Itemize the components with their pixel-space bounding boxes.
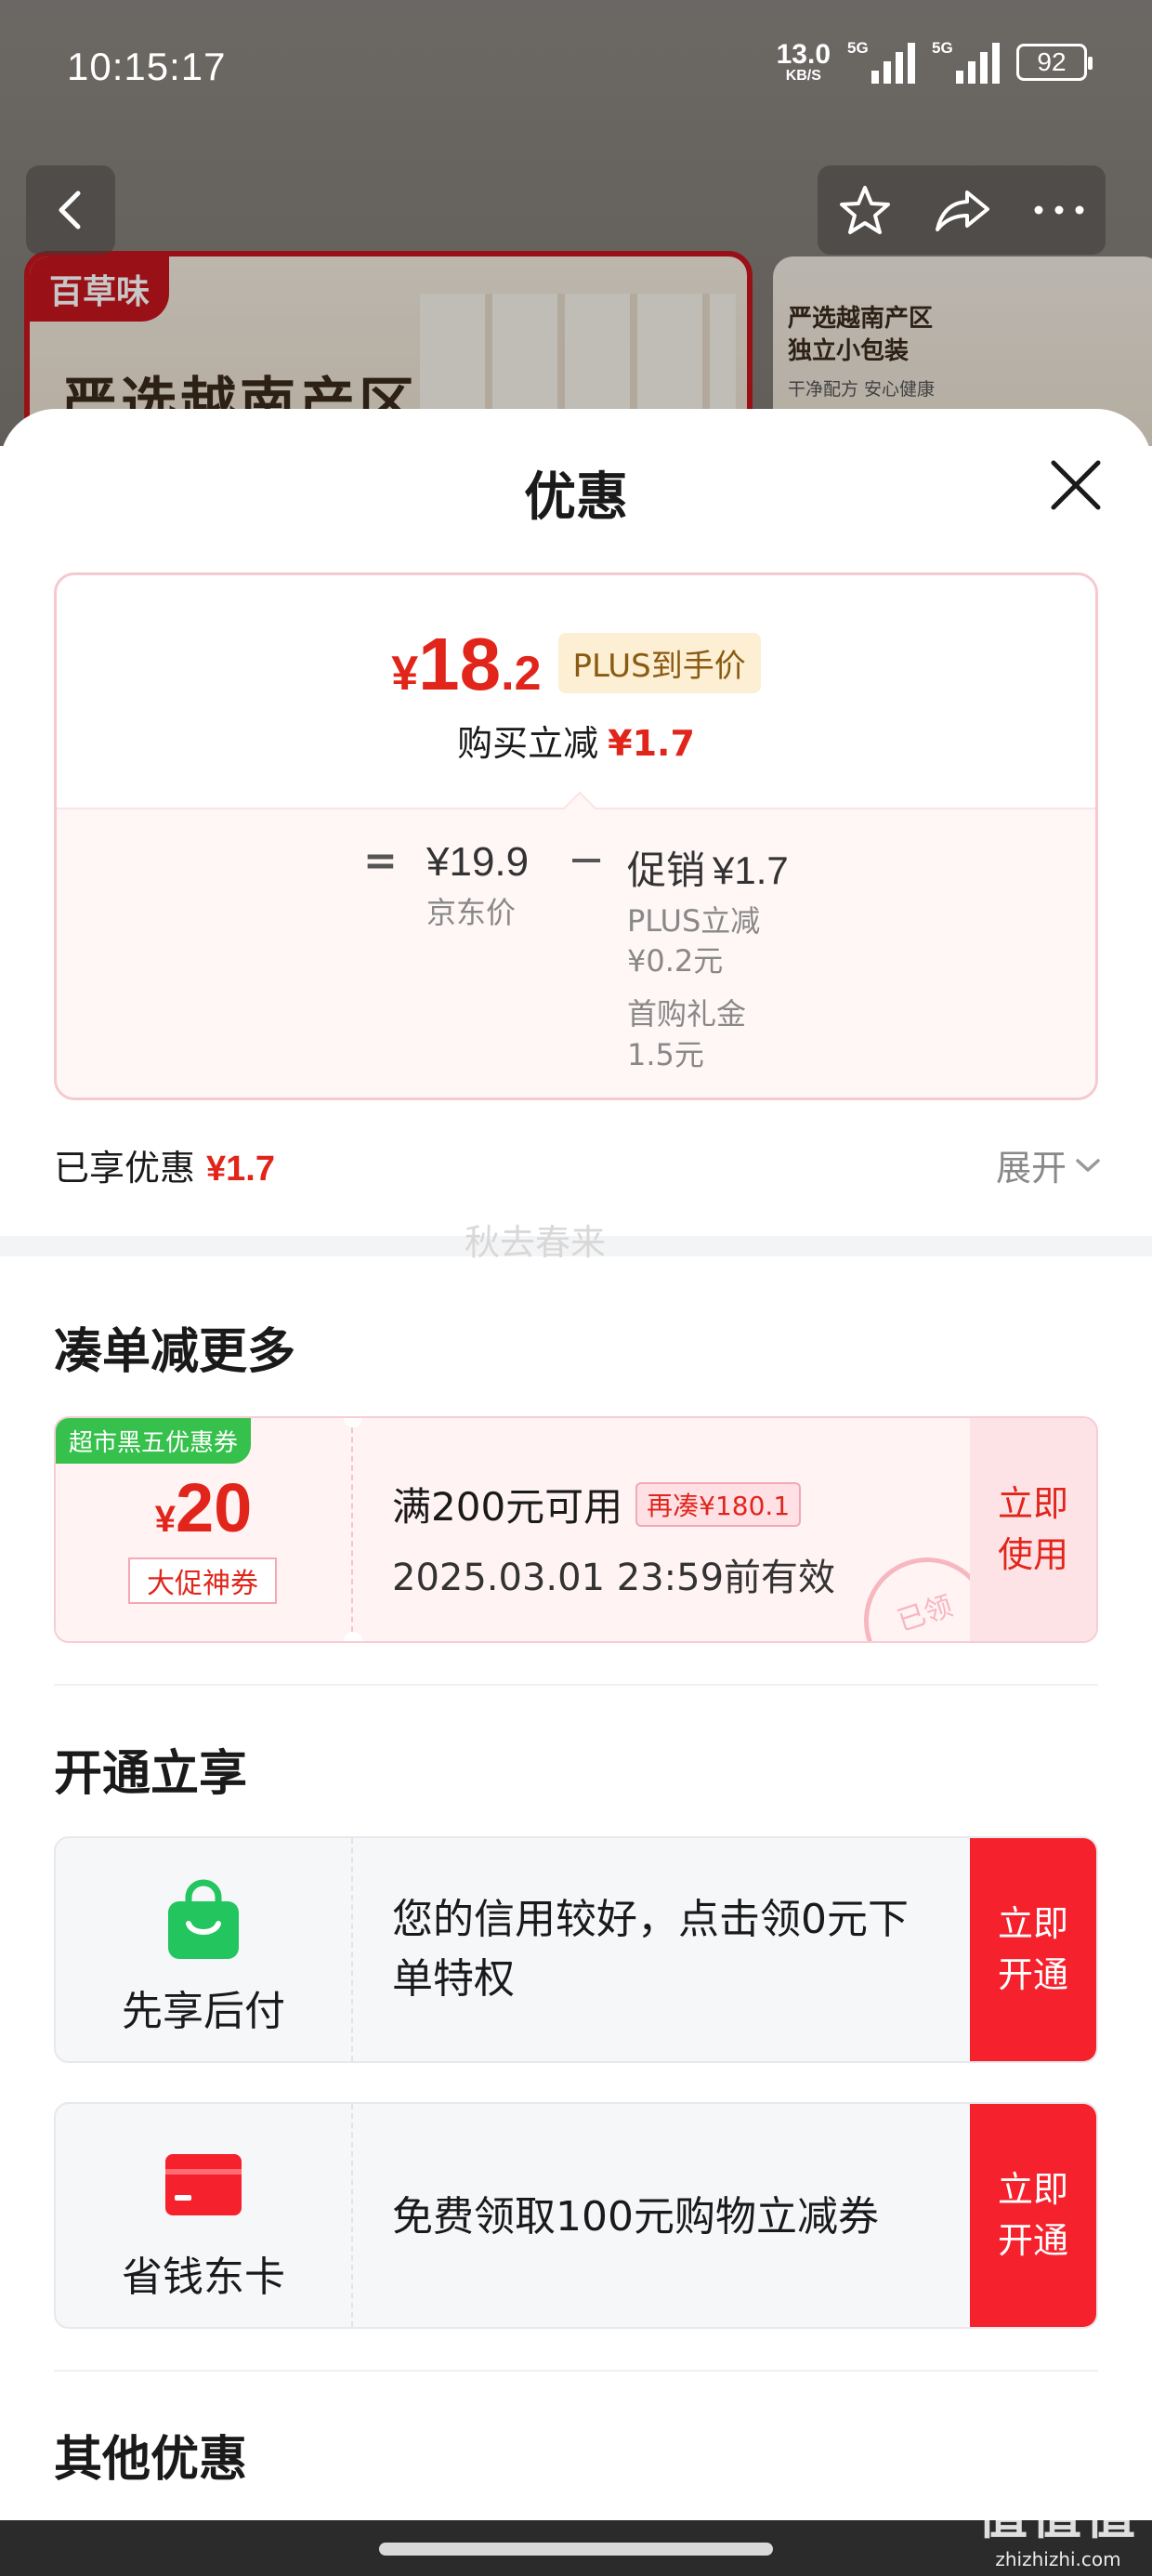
network-speed: 13.0 KB/S [777, 41, 831, 84]
base-price-label: 京东价 [426, 895, 517, 930]
enjoyed-label: 已享优惠 [54, 1148, 196, 1189]
status-indicators: 13.0 KB/S 5G 5G 92 [777, 39, 1093, 84]
coupon-add-more-badge: 再凑¥180.1 [635, 1481, 802, 1527]
battery-icon: 92 [1016, 44, 1093, 81]
back-button[interactable] [26, 165, 115, 255]
coupon-currency: ¥ [154, 1499, 176, 1540]
pay-later-card[interactable]: 先享后付 您的信用较好，点击领0元下单特权 立即 开通 [54, 1836, 1098, 2063]
final-price-integer: 18 [418, 623, 502, 705]
network-speed-unit: KB/S [785, 68, 821, 84]
coupon-kind-badge: 大促神券 [128, 1557, 277, 1604]
promotion-block: 促销 ¥1.7 PLUS立减 ¥0.2元 首购礼金 1.5元 [627, 839, 789, 1075]
enjoyed-amount: ¥1.7 [206, 1150, 275, 1189]
base-price: ¥19.9 [426, 839, 530, 885]
promotion-amount: ¥1.7 [713, 848, 789, 892]
final-price-decimal: .2 [501, 647, 542, 701]
pay-later-name: 先享后付 [122, 1988, 285, 2035]
divider [54, 1684, 1098, 1686]
section-title-other: 其他优惠 [54, 2432, 248, 2488]
chevron-down-icon [1076, 1158, 1100, 1172]
signal-icon: 5G [932, 39, 1000, 84]
discount-sheet: 优惠 ¥18.2 PLUS到手价 购买立减 ¥1.7 = ¥19.9 京东价 −… [0, 409, 1152, 2576]
user-watermark: 秋去春来 [465, 1222, 607, 1263]
share-icon [935, 191, 989, 231]
reduction-label: 购买立减 [457, 723, 599, 764]
coupon-tag: 超市黑五优惠券 [56, 1418, 252, 1464]
expand-label: 展开 [995, 1148, 1067, 1189]
section-title-more: 凑单减更多 [54, 1324, 296, 1380]
promotion-detail-gift: 首购礼金 1.5元 [627, 996, 747, 1072]
section-title-open: 开通立享 [54, 1746, 248, 1802]
more-icon [1034, 205, 1084, 215]
coupon-value: ¥20 [56, 1468, 351, 1547]
navigation-bar: 值值值 zhizhizhi.com [0, 2487, 1152, 2576]
plus-price-badge: PLUS到手价 [557, 633, 761, 693]
chevron-left-icon [59, 191, 81, 230]
minus-sign: − [568, 834, 606, 886]
shopping-bag-icon [56, 1879, 351, 1961]
status-bar: 10:15:17 13.0 KB/S 5G 5G 92 [0, 0, 1152, 139]
expand-button[interactable]: 展开 [996, 1139, 1102, 1190]
signal-type: 5G [847, 39, 869, 57]
site-watermark: 值值值 zhizhizhi.com [977, 2475, 1139, 2570]
close-icon [1051, 460, 1101, 510]
final-price-row: ¥18.2 PLUS到手价 [57, 622, 1095, 707]
final-price-section: ¥18.2 PLUS到手价 购买立减 ¥1.7 [57, 575, 1095, 808]
close-button[interactable] [1048, 457, 1104, 513]
purchase-reduction: 购买立减 ¥1.7 [57, 715, 1095, 766]
savings-card-brand: 省钱东卡 [56, 2104, 353, 2327]
savings-card-description: 免费领取100元购物立减券 [392, 2193, 879, 2241]
savings-card-open-button[interactable]: 立即 开通 [970, 2104, 1096, 2327]
divider [54, 2370, 1098, 2372]
savings-card-name: 省钱东卡 [122, 2254, 285, 2301]
promotion-label: 促销 [627, 848, 706, 893]
base-price-block: ¥19.9 京东价 [426, 839, 529, 932]
price-calculation: = ¥19.9 京东价 − 促销 ¥1.7 PLUS立减 ¥0.2元 首购礼金 1… [57, 808, 1095, 1097]
coupon-value-panel: 超市黑五优惠券 ¥20 大促神券 [56, 1418, 353, 1641]
promotion-header: 促销 ¥1.7 [627, 839, 789, 896]
price-breakdown-card: ¥18.2 PLUS到手价 购买立减 ¥1.7 = ¥19.9 京东价 − 促销 ¥… [54, 572, 1098, 1100]
reduction-amount: ¥1.7 [608, 723, 695, 764]
pay-later-open-button[interactable]: 立即 开通 [970, 1838, 1096, 2061]
more-button[interactable] [1033, 204, 1085, 216]
coupon-validity: 2025.03.01 23:59前有效 [392, 1557, 836, 1599]
signal-icon: 5G [847, 39, 915, 84]
home-indicator[interactable] [379, 2543, 773, 2556]
status-time: 10:15:17 [67, 45, 227, 88]
coupon-condition-row: 满200元可用 再凑¥180.1 [392, 1476, 835, 1532]
coupon-card[interactable]: 超市黑五优惠券 ¥20 大促神券 满200元可用 再凑¥180.1 2025.0… [54, 1416, 1098, 1643]
promotion-detail-plus: PLUS立减 ¥0.2元 [627, 903, 761, 979]
card-icon [56, 2152, 351, 2217]
header-actions [818, 165, 1106, 255]
sheet-title: 优惠 [524, 467, 628, 528]
coupon-condition: 满200元可用 [392, 1484, 623, 1530]
pay-later-brand: 先享后付 [56, 1838, 353, 2061]
equals-sign: = [363, 837, 398, 885]
site-watermark-url: zhizhizhi.com [995, 2548, 1121, 2570]
enjoyed-discount: 已享优惠 ¥1.7 [54, 1139, 275, 1190]
share-button[interactable] [934, 187, 991, 233]
star-icon [840, 186, 891, 234]
pay-later-description: 您的信用较好，点击领0元下单特权 [392, 1896, 909, 2003]
site-watermark-logo: 值值值 [977, 2487, 1139, 2545]
final-price-currency: ¥ [391, 647, 419, 701]
coupon-amount: 20 [175, 1469, 253, 1546]
savings-card-card[interactable]: 省钱东卡 免费领取100元购物立减券 立即 开通 [54, 2102, 1098, 2329]
product-page-background: 百草味 严选越南产区 严选越南产区 独立小包装 干净配方 安心健康 10:15:… [0, 0, 1152, 446]
use-coupon-button[interactable]: 立即 使用 [970, 1418, 1096, 1641]
coupon-notch [344, 1632, 362, 1641]
network-speed-value: 13.0 [776, 39, 831, 70]
final-price: ¥18.2 [391, 622, 541, 707]
favorite-button[interactable] [838, 184, 892, 236]
coupon-info: 满200元可用 再凑¥180.1 2025.03.01 23:59前有效 [392, 1476, 835, 1601]
signal-type: 5G [932, 39, 953, 57]
